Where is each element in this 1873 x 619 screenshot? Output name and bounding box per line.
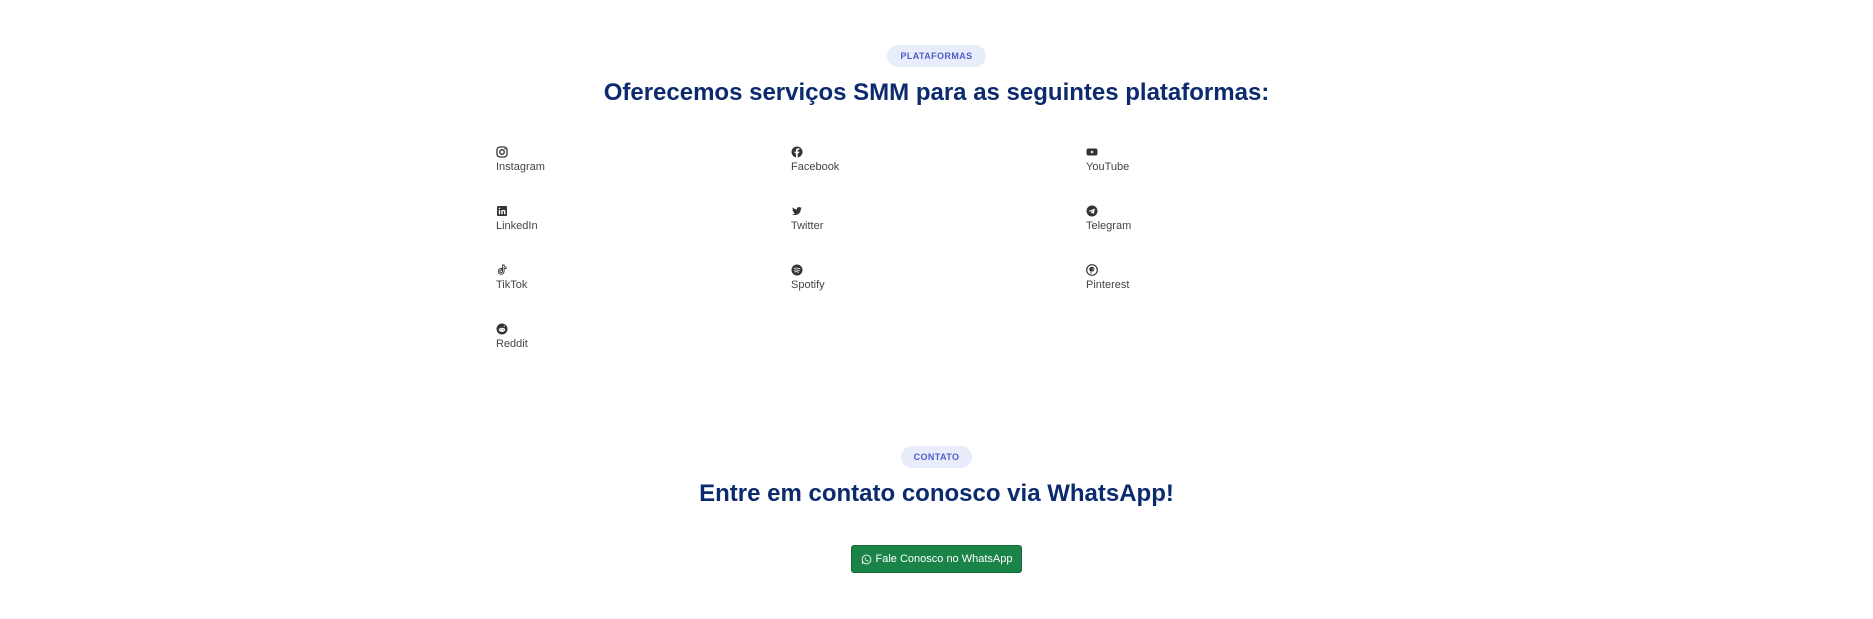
platform-label: Reddit — [496, 338, 528, 350]
platform-label: LinkedIn — [496, 220, 538, 232]
telegram-icon — [1086, 205, 1098, 217]
platform-item-reddit[interactable]: Reddit — [496, 323, 528, 350]
platform-label: TikTok — [496, 279, 528, 291]
youtube-icon — [1086, 146, 1098, 158]
spotify-icon — [791, 264, 803, 276]
facebook-icon — [791, 146, 803, 158]
platform-item-tiktok[interactable]: TikTok — [496, 264, 527, 291]
whatsapp-contact-button[interactable]: Fale Conosco no WhatsApp — [850, 545, 1023, 573]
platform-label: Twitter — [791, 220, 824, 232]
reddit-icon — [496, 323, 508, 335]
linkedin-icon — [496, 205, 508, 217]
whatsapp-icon — [861, 554, 872, 565]
platform-item-spotify[interactable]: Spotify — [791, 264, 825, 291]
contact-badge: CONTATO — [900, 446, 973, 468]
platform-label: YouTube — [1086, 161, 1130, 173]
contact-actions: Fale Conosco no WhatsApp — [0, 545, 1873, 573]
twitter-icon — [791, 205, 803, 217]
instagram-icon — [496, 146, 508, 158]
platform-item-telegram[interactable]: Telegram — [1086, 205, 1131, 232]
platform-label: Facebook — [791, 161, 840, 173]
platform-label: Pinterest — [1086, 279, 1130, 291]
platform-item-youtube[interactable]: YouTube — [1086, 146, 1129, 173]
tiktok-icon — [496, 264, 508, 276]
platform-item-linkedin[interactable]: LinkedIn — [496, 205, 538, 232]
whatsapp-button-label: Fale Conosco no WhatsApp — [875, 553, 1013, 565]
platforms-grid: Instagram Facebook YouTube LinkedIn Twit… — [0, 0, 1873, 400]
contact-heading: Entre em contato conosco via WhatsApp! — [699, 480, 1174, 507]
platform-item-twitter[interactable]: Twitter — [791, 205, 823, 232]
platform-label: Spotify — [791, 279, 825, 291]
platform-label: Instagram — [496, 161, 545, 173]
pinterest-icon — [1086, 264, 1098, 276]
platform-item-pinterest[interactable]: Pinterest — [1086, 264, 1129, 291]
platform-item-instagram[interactable]: Instagram — [496, 146, 545, 173]
contact-header: CONTATO Entre em contato conosco via Wha… — [0, 446, 1873, 508]
platform-label: Telegram — [1086, 220, 1132, 232]
platform-item-facebook[interactable]: Facebook — [791, 146, 839, 173]
